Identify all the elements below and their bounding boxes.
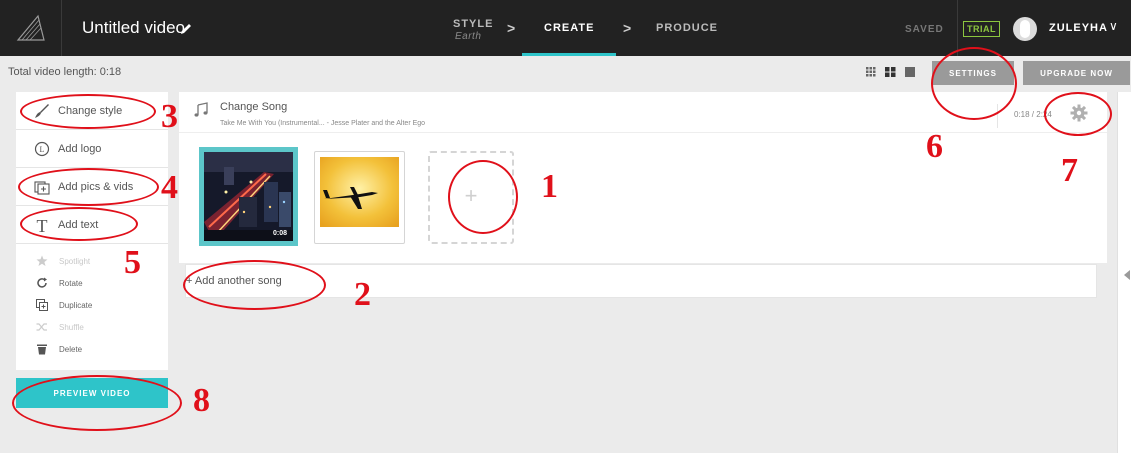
- annotation-number-3: 3: [161, 98, 178, 135]
- chevron-down-icon[interactable]: ∨: [1109, 19, 1118, 33]
- saved-status: SAVED: [905, 24, 944, 35]
- sidebar-action-spotlight: Spotlight: [16, 251, 168, 273]
- media-thumbnail-airplane[interactable]: [314, 151, 405, 244]
- change-song-link[interactable]: Change Song: [220, 101, 287, 113]
- music-note-icon: [194, 102, 208, 117]
- trial-divider: [957, 0, 958, 56]
- collapse-panel-icon[interactable]: [1124, 270, 1130, 280]
- chevron-right-icon: >: [623, 20, 632, 36]
- step-style-theme: Earth: [455, 31, 482, 42]
- annotation-circle-4: [18, 168, 159, 206]
- annotation-number-7: 7: [1061, 152, 1078, 189]
- video-title[interactable]: Untitled video: [82, 18, 185, 38]
- sidebar-action-label: Spotlight: [59, 257, 91, 266]
- city-image: 0:08: [204, 152, 293, 241]
- chevron-right-icon: >: [507, 20, 516, 36]
- sidebar-action-shuffle: Shuffle: [16, 317, 168, 339]
- annotation-circle-5: [20, 207, 138, 241]
- pencil-icon[interactable]: [180, 23, 192, 35]
- annotation-number-5: 5: [124, 244, 141, 281]
- sidebar-action-delete[interactable]: Delete: [16, 339, 168, 361]
- annotation-number-1: 1: [541, 168, 558, 205]
- sidebar-action-label: Shuffle: [59, 323, 84, 332]
- duplicate-icon: [36, 299, 48, 311]
- upgrade-now-button[interactable]: UPGRADE NOW: [1023, 61, 1130, 85]
- trial-badge[interactable]: TRIAL: [963, 21, 1000, 37]
- trash-icon: [37, 344, 47, 355]
- sidebar-action-rotate[interactable]: Rotate: [16, 273, 168, 295]
- sidebar-action-duplicate[interactable]: Duplicate: [16, 295, 168, 317]
- airplane-sunset-image: [320, 157, 399, 227]
- single-view-icon: [905, 67, 915, 77]
- annotation-circle-3: [20, 94, 156, 129]
- annotation-circle-2: [183, 260, 326, 310]
- username[interactable]: ZULEYHA: [1049, 22, 1108, 34]
- svg-text:L: L: [40, 145, 45, 154]
- annotation-circle-8: [12, 375, 182, 431]
- city-night-image: [204, 152, 293, 241]
- grid-small-icon: [866, 67, 876, 77]
- song-artist: Take Me With You (Instrumental... - Jess…: [220, 120, 426, 127]
- sidebar-item-label: Add logo: [58, 143, 102, 155]
- sidebar-action-label: Duplicate: [59, 301, 93, 310]
- annotation-number-6: 6: [926, 128, 943, 165]
- star-icon: [36, 255, 48, 266]
- annotation-number-8: 8: [193, 382, 210, 419]
- step-produce[interactable]: PRODUCE: [656, 22, 718, 34]
- sidebar-action-label: Delete: [59, 345, 83, 354]
- avatar[interactable]: [1013, 17, 1037, 41]
- logo-icon: [16, 14, 45, 41]
- annotation-number-2: 2: [354, 276, 371, 313]
- total-video-length: Total video length: 0:18: [8, 66, 122, 78]
- media-thumbnail-city[interactable]: 0:08: [199, 147, 298, 246]
- thumbnail-duration: 0:08: [272, 230, 287, 237]
- shuffle-icon: [36, 323, 47, 331]
- annotation-circle-6: [931, 47, 1017, 120]
- logo-icon: L: [34, 141, 50, 157]
- grid-large-icon: [885, 67, 896, 77]
- app-logo[interactable]: [0, 0, 62, 56]
- annotation-circle-1: [448, 160, 518, 234]
- airplane-image: [320, 157, 399, 227]
- annotation-number-4: 4: [161, 169, 178, 206]
- sidebar-action-label: Rotate: [59, 279, 83, 288]
- active-step-indicator: [522, 53, 616, 56]
- annotation-circle-7: [1044, 92, 1112, 136]
- step-create[interactable]: CREATE: [544, 22, 594, 34]
- view-toggle[interactable]: [866, 66, 924, 78]
- step-style[interactable]: STYLE: [453, 18, 493, 30]
- sidebar-item-add-logo[interactable]: L Add logo: [16, 130, 168, 168]
- rotate-icon: [37, 277, 47, 288]
